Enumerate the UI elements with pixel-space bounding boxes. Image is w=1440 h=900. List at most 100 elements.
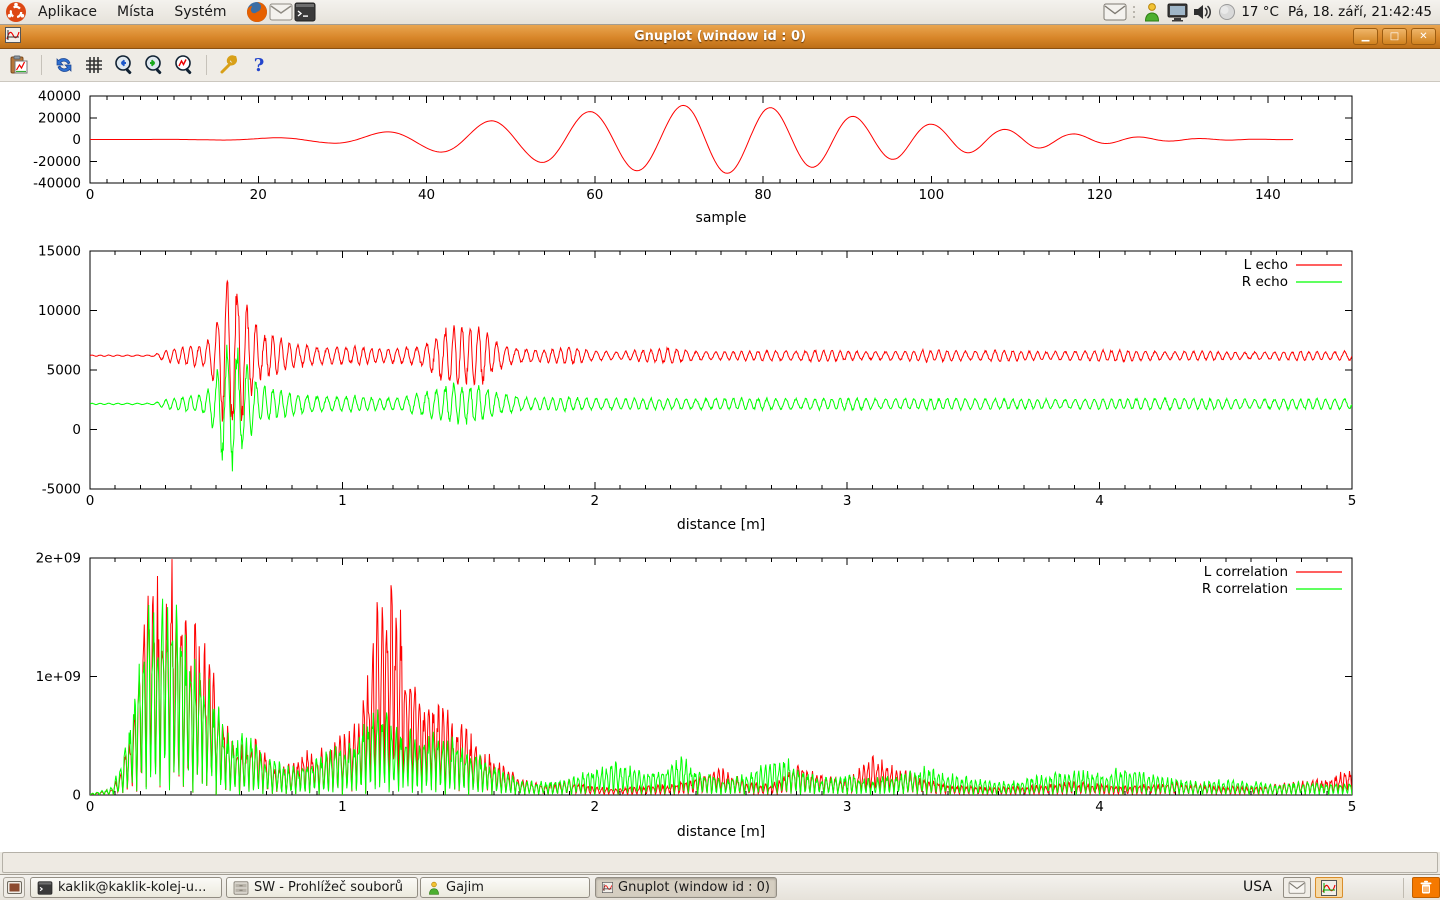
x-tick-label: 5 bbox=[1348, 493, 1357, 509]
zoom-next-button[interactable] bbox=[141, 52, 167, 78]
replot-button[interactable] bbox=[51, 52, 77, 78]
menu-aplikace[interactable]: Aplikace bbox=[28, 0, 107, 24]
chirp-signal-series bbox=[90, 105, 1293, 173]
gnuplot-icon bbox=[602, 880, 613, 895]
file-manager-icon bbox=[233, 881, 249, 895]
task-label: SW - Prohlížeč souborů bbox=[254, 880, 403, 895]
y-tick-label: 15000 bbox=[38, 244, 81, 260]
y-tick-label: 10000 bbox=[38, 303, 81, 319]
x-tick-label: 40 bbox=[418, 187, 435, 203]
gajim-status-icon[interactable] bbox=[1142, 1, 1162, 23]
autoscale-button[interactable] bbox=[171, 52, 197, 78]
gnuplot-icon bbox=[1321, 880, 1337, 896]
echo-plot[interactable]: 012345-5000050001000015000distance [m]L … bbox=[0, 235, 1440, 545]
x-tick-label: 3 bbox=[843, 799, 852, 815]
grid-toggle-button[interactable] bbox=[81, 52, 107, 78]
menu-system[interactable]: Systém bbox=[164, 0, 236, 24]
x-axis-label: sample bbox=[696, 210, 747, 226]
minimize-button[interactable]: ▁ bbox=[1353, 28, 1378, 45]
legend-label: L echo bbox=[1244, 257, 1288, 273]
gnuplot-window-icon bbox=[5, 27, 21, 47]
firefox-icon[interactable] bbox=[245, 0, 269, 24]
task-gajim[interactable]: Gajim bbox=[420, 877, 590, 898]
toolbar-separator bbox=[206, 55, 207, 75]
help-button[interactable]: ? bbox=[246, 52, 272, 78]
menu-mista[interactable]: Místa bbox=[107, 0, 164, 24]
x-tick-label: 2 bbox=[591, 799, 600, 815]
task-label: kaklik@kaklik-kolej-u... bbox=[58, 880, 206, 895]
clock[interactable]: Pá, 18. září, 21:42:45 bbox=[1284, 4, 1432, 20]
y-tick-label: 1e+09 bbox=[36, 669, 81, 685]
terminal-icon[interactable] bbox=[293, 0, 317, 24]
x-tick-label: 4 bbox=[1095, 799, 1104, 815]
tray-handle-icon bbox=[1132, 1, 1137, 23]
legend-label: L correlation bbox=[1204, 564, 1288, 580]
x-tick-label: 4 bbox=[1095, 493, 1104, 509]
task-label: Gajim bbox=[446, 880, 484, 895]
y-tick-label: -5000 bbox=[42, 482, 81, 498]
ubuntu-logo-icon[interactable] bbox=[4, 0, 28, 24]
temperature[interactable]: 17 °C bbox=[1241, 4, 1279, 20]
bottom-taskbar: kaklik@kaklik-kolej-u... SW - Prohlížeč … bbox=[0, 874, 1440, 900]
y-tick-label: -40000 bbox=[33, 176, 81, 192]
zoom-previous-button[interactable] bbox=[111, 52, 137, 78]
close-button[interactable]: ✕ bbox=[1411, 28, 1436, 45]
show-desktop-button[interactable] bbox=[3, 877, 25, 898]
task-gnuplot[interactable]: Gnuplot (window id : 0) bbox=[595, 877, 777, 898]
task-file-manager[interactable]: SW - Prohlížeč souborů bbox=[226, 877, 418, 898]
keyboard-layout-indicator[interactable]: USA bbox=[1243, 879, 1272, 895]
top-panel: Aplikace Místa Systém bbox=[0, 0, 1440, 25]
y-tick-label: 40000 bbox=[38, 89, 81, 105]
x-tick-label: 120 bbox=[1087, 187, 1113, 203]
email-icon[interactable] bbox=[269, 0, 293, 24]
r-correlation-series bbox=[90, 599, 1352, 795]
show-desktop-icon bbox=[7, 881, 22, 894]
task-terminal[interactable]: kaklik@kaklik-kolej-u... bbox=[30, 877, 222, 898]
config-button[interactable] bbox=[216, 52, 242, 78]
tray-mail-button[interactable] bbox=[1283, 877, 1311, 898]
display-icon[interactable] bbox=[1167, 1, 1188, 23]
x-tick-label: 3 bbox=[843, 493, 852, 509]
help-icon: ? bbox=[254, 55, 265, 76]
correlation-plot[interactable]: 01234501e+092e+09distance [m]L correlati… bbox=[0, 545, 1440, 852]
x-axis-label: distance [m] bbox=[677, 824, 765, 840]
x-tick-label: 20 bbox=[250, 187, 267, 203]
gnuplot-toolbar: ? bbox=[0, 49, 1440, 82]
x-tick-label: 60 bbox=[586, 187, 603, 203]
window-titlebar[interactable]: Gnuplot (window id : 0) ▁ □ ✕ bbox=[0, 25, 1440, 49]
terminal-icon bbox=[37, 881, 53, 895]
replot-icon bbox=[54, 55, 74, 75]
gajim-icon bbox=[427, 881, 441, 895]
config-icon bbox=[218, 54, 240, 76]
copy-plot-button[interactable] bbox=[6, 52, 32, 78]
y-tick-label: 0 bbox=[72, 422, 81, 438]
autoscale-icon bbox=[173, 54, 195, 76]
x-tick-label: 1 bbox=[338, 799, 347, 815]
y-tick-label: 2e+09 bbox=[36, 551, 81, 567]
taskbar-separator bbox=[1403, 878, 1404, 898]
legend-label: R correlation bbox=[1202, 581, 1288, 597]
y-tick-label: 0 bbox=[72, 132, 81, 148]
x-tick-label: 1 bbox=[338, 493, 347, 509]
mail-icon bbox=[1288, 881, 1306, 894]
x-tick-label: 80 bbox=[754, 187, 771, 203]
x-tick-label: 0 bbox=[86, 799, 95, 815]
l-correlation-series bbox=[90, 559, 1352, 795]
sample-waveform-plot[interactable]: 020406080100120140-40000-200000200004000… bbox=[0, 82, 1440, 235]
x-axis-label: distance [m] bbox=[677, 517, 765, 533]
tray-mail-icon[interactable] bbox=[1103, 1, 1127, 23]
x-tick-label: 0 bbox=[86, 493, 95, 509]
copy-plot-icon bbox=[9, 55, 29, 75]
x-tick-label: 100 bbox=[918, 187, 944, 203]
weather-icon[interactable] bbox=[1218, 1, 1236, 23]
trash-button[interactable] bbox=[1412, 877, 1440, 898]
maximize-button[interactable]: □ bbox=[1382, 28, 1407, 45]
zoom-previous-icon bbox=[113, 54, 135, 76]
window-statusbar bbox=[2, 852, 1438, 873]
r-echo-series bbox=[90, 345, 1352, 472]
trash-icon bbox=[1419, 880, 1433, 895]
y-tick-label: 5000 bbox=[47, 363, 81, 379]
volume-icon[interactable] bbox=[1193, 1, 1213, 23]
tray-gnuplot-button[interactable] bbox=[1315, 877, 1343, 898]
plot-axes bbox=[90, 251, 1352, 489]
